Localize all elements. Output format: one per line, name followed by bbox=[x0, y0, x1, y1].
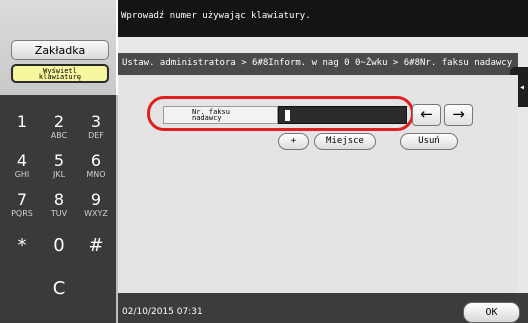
device-screen: Zakładka Wyświetl klawiaturę 1 2 ABC 3 D… bbox=[0, 0, 528, 323]
message-bar: Wprowadź numer używając klawiatury. bbox=[118, 0, 528, 37]
key-8[interactable]: 8 TUV bbox=[41, 191, 77, 227]
key-digit: 9 bbox=[90, 190, 102, 209]
key-asterisk[interactable]: * bbox=[4, 230, 40, 266]
arrow-left-icon: ← bbox=[420, 105, 433, 123]
key-digit: * bbox=[17, 235, 27, 256]
key-letters: WXYZ bbox=[84, 209, 108, 218]
key-5[interactable]: 5 JKL bbox=[41, 152, 77, 188]
show-keyboard-button[interactable]: Wyświetl klawiaturę bbox=[11, 64, 109, 83]
breadcrumb-text: Ustaw. administratora > 6#8Inform. w nag… bbox=[122, 58, 513, 68]
key-6[interactable]: 6 MNO bbox=[78, 152, 114, 188]
key-digit: 4 bbox=[16, 151, 28, 170]
key-digit: 2 bbox=[53, 112, 65, 131]
key-digit: 3 bbox=[90, 112, 102, 131]
key-9[interactable]: 9 WXYZ bbox=[78, 191, 114, 227]
key-digit: 0 bbox=[53, 235, 65, 256]
clear-key[interactable]: C bbox=[41, 273, 77, 309]
key-letters: GHI bbox=[14, 170, 30, 179]
cursor-right-button[interactable]: → bbox=[444, 104, 473, 126]
key-letters: PQRS bbox=[11, 209, 33, 218]
key-letters: JKL bbox=[52, 170, 66, 179]
key-digit: 5 bbox=[53, 151, 65, 170]
key-0[interactable]: 0 bbox=[41, 230, 77, 266]
key-3[interactable]: 3 DEF bbox=[78, 113, 114, 149]
instruction-message: Wprowadź numer używając klawiatury. bbox=[121, 11, 311, 21]
highlight-ring bbox=[147, 96, 414, 131]
key-4[interactable]: 4 GHI bbox=[4, 152, 40, 188]
ok-button[interactable]: OK bbox=[463, 302, 520, 323]
space-button[interactable]: Miejsce bbox=[314, 133, 376, 150]
key-2[interactable]: 2 ABC bbox=[41, 113, 77, 149]
bookmark-button[interactable]: Zakładka bbox=[11, 40, 109, 60]
show-keyboard-label-line2: klawiaturę bbox=[38, 73, 82, 81]
key-7[interactable]: 7 PQRS bbox=[4, 191, 40, 227]
key-digit: 7 bbox=[16, 190, 28, 209]
date-time: 02/10/2015 07:31 bbox=[122, 307, 203, 317]
key-digit: 6 bbox=[90, 151, 102, 170]
breadcrumb: Ustaw. administratora > 6#8Inform. w nag… bbox=[118, 53, 518, 75]
delete-button[interactable]: Usuń bbox=[400, 133, 458, 150]
key-letters: ABC bbox=[50, 131, 68, 140]
cursor-left-button[interactable]: ← bbox=[412, 104, 441, 126]
arrow-right-icon: → bbox=[452, 105, 465, 123]
numeric-keypad: 1 2 ABC 3 DEF 4 GHI 5 JKL 6 MNO 7 PQRS 8 bbox=[0, 95, 118, 323]
key-letters: DEF bbox=[88, 131, 104, 140]
key-digit: 1 bbox=[16, 112, 28, 131]
plus-button[interactable]: + bbox=[278, 133, 309, 150]
main-panel: Ustaw. administratora > 6#8Inform. w nag… bbox=[118, 37, 528, 323]
left-panel: Zakładka Wyświetl klawiaturę bbox=[0, 0, 116, 95]
key-letters: MNO bbox=[86, 170, 106, 179]
key-hash[interactable]: # bbox=[78, 230, 114, 266]
key-letters: TUV bbox=[50, 209, 68, 218]
clear-key-label: C bbox=[52, 278, 66, 299]
key-digit: # bbox=[88, 235, 104, 256]
key-digit: 8 bbox=[53, 190, 65, 209]
key-1[interactable]: 1 bbox=[4, 113, 40, 149]
status-bar: 02/10/2015 07:31 OK bbox=[118, 293, 528, 323]
